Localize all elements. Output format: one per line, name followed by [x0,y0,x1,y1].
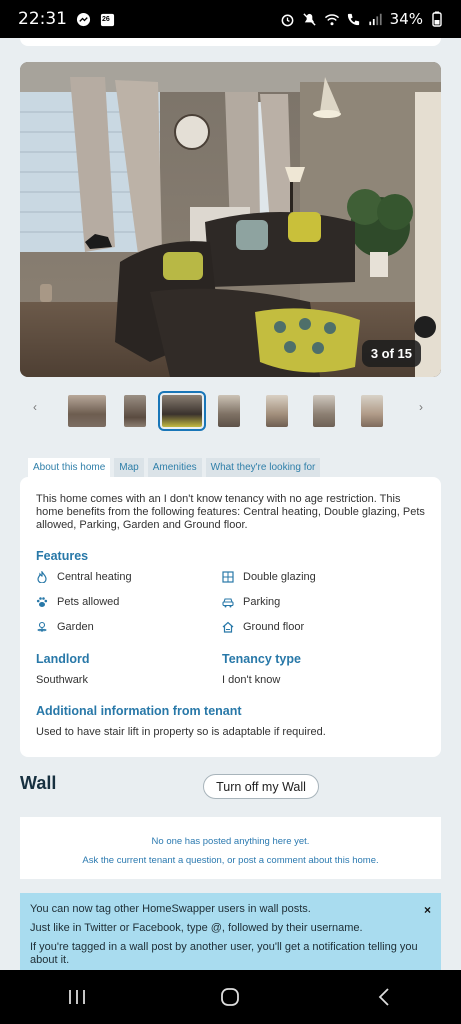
window-icon [222,571,234,583]
thumbnail-next-arrow[interactable]: › [406,400,436,414]
tenancy-type-value: I don't know [222,674,281,686]
alarm-icon [280,11,296,27]
notice-line-2: Just like in Twitter or Facebook, type @… [30,922,363,934]
wall-heading: Wall [20,773,57,793]
feature-label: Pets allowed [57,596,120,608]
info-tabs: About this home Map Amenities What they'… [28,458,321,478]
tab-about-this-home[interactable]: About this home [28,458,111,478]
calendar-badge: 26 [102,16,110,23]
previous-card-edge [20,38,441,46]
wall-posts-card: No one has posted anything here yet. Ask… [20,817,441,879]
tab-what-theyre-looking-for[interactable]: What they're looking for [205,458,321,478]
back-button[interactable] [354,977,414,1017]
tab-map[interactable]: Map [114,458,144,478]
tagging-notice: × You can now tag other HomeSwapper user… [20,893,441,973]
additional-info-heading: Additional information from tenant [36,704,242,718]
battery-icon [429,11,445,27]
wall-ask-link[interactable]: Ask the current tenant a question, or po… [20,855,441,866]
feature-label: Central heating [57,571,132,583]
feature-label: Double glazing [243,571,316,583]
thumbnail-7[interactable] [361,395,383,427]
car-icon [222,596,234,608]
about-home-card: This home comes with an I don't know ten… [20,477,441,757]
feature-label: Ground floor [243,621,305,633]
flame-icon [36,571,48,583]
feature-label: Garden [57,621,94,633]
notice-line-1: You can now tag other HomeSwapper users … [30,903,311,915]
wall-empty-message: No one has posted anything here yet. [151,836,310,847]
thumbnail-5[interactable] [266,395,288,427]
notice-line-3: If you're tagged in a wall post by anoth… [30,941,418,966]
additional-info-text: Used to have stair lift in property so i… [36,726,326,738]
recent-apps-icon [68,990,85,1004]
flower-icon [36,621,48,633]
calendar-icon: 26 [99,11,115,27]
tab-amenities[interactable]: Amenities [147,458,202,478]
feature-double-glazing: Double glazing [222,570,408,584]
home-icon [221,988,240,1006]
paw-icon [36,596,48,608]
recent-apps-button[interactable] [47,977,107,1017]
feature-garden: Garden [36,620,222,634]
thumbnail-4[interactable] [218,395,240,427]
thumbnail-6[interactable] [313,395,335,427]
status-time: 22:31 [18,9,67,29]
close-icon[interactable]: × [424,903,431,917]
mute-icon [302,11,318,27]
house-icon [222,621,234,633]
feature-ground-floor: Ground floor [222,620,408,634]
landlord-tenancy-row: Landlord Southwark Tenancy type I don't … [36,652,425,686]
landlord-heading: Landlord [36,652,90,666]
messenger-icon [75,11,91,27]
features-heading: Features [36,549,89,563]
wifi-icon [324,11,340,27]
thumbnail-2[interactable] [124,395,146,427]
status-bar: 22:31 26 34% [0,0,461,38]
system-nav-bar [0,970,461,1024]
landlord-value: Southwark [36,674,88,686]
thumbnail-1[interactable] [68,395,106,427]
thumbnail-strip: ‹ › [20,390,441,431]
thumbnail-3[interactable] [158,391,206,431]
signal-icon [368,11,384,27]
feature-central-heating: Central heating [36,570,222,584]
main-photo[interactable] [20,62,441,377]
feature-pets-allowed: Pets allowed [36,595,222,609]
battery-percent: 34% [389,10,423,28]
turn-off-wall-button[interactable]: Turn off my Wall [203,774,319,799]
home-description: This home comes with an I don't know ten… [36,493,425,531]
feature-label: Parking [243,596,281,608]
home-button[interactable] [200,977,260,1017]
back-icon [378,988,389,1006]
feature-parking: Parking [222,595,408,609]
thumbnail-prev-arrow[interactable]: ‹ [20,400,50,414]
features-list: Central heating Double glazing Pets allo… [36,570,425,634]
tenancy-type-heading: Tenancy type [222,652,301,666]
wifi-call-icon [346,11,362,27]
photo-counter: 3 of 15 [361,340,421,367]
